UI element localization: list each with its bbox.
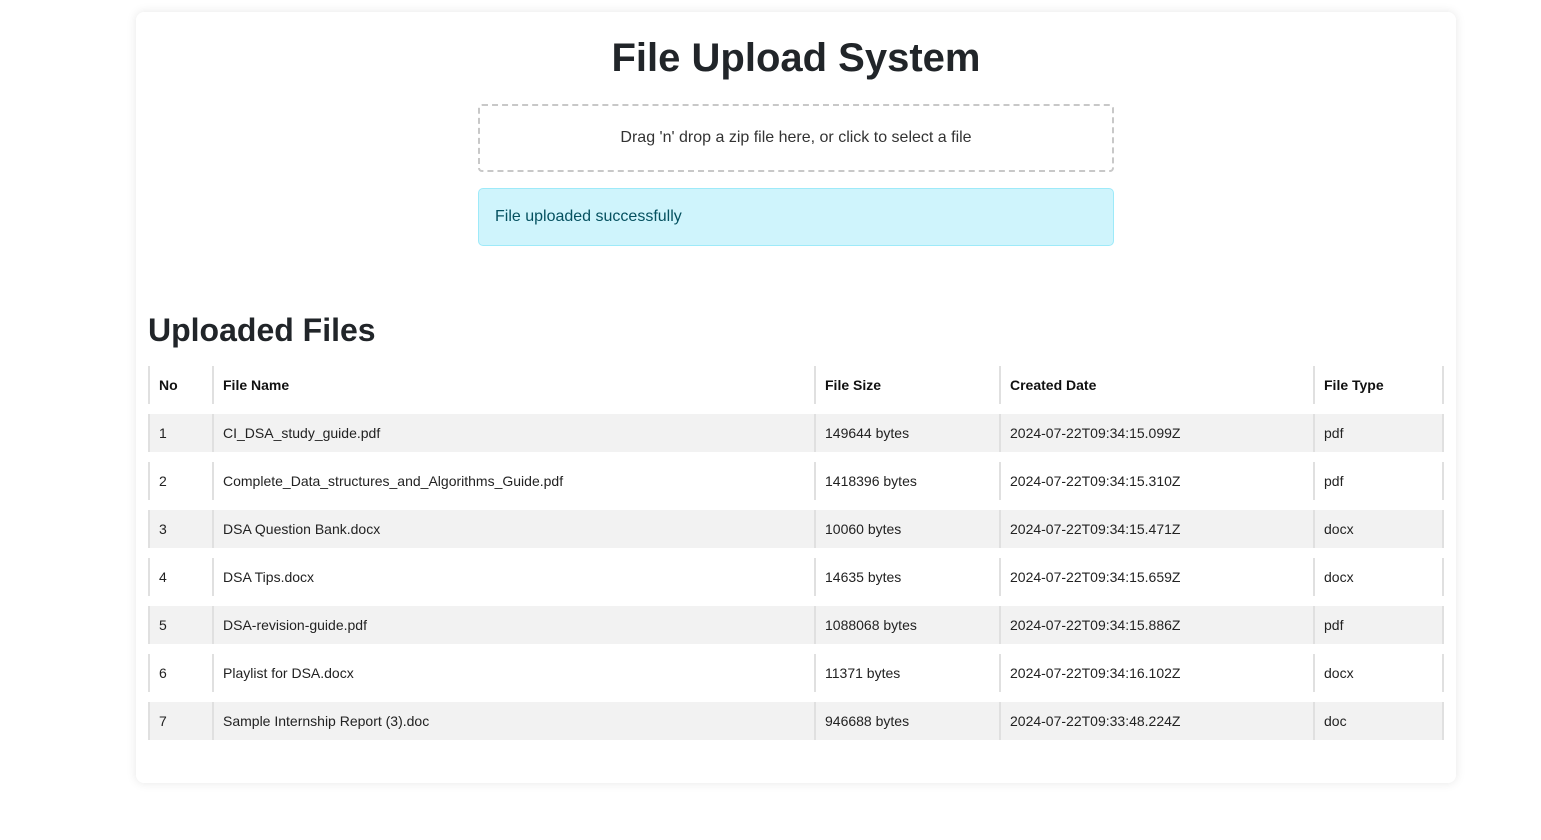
cell-file-type: pdf — [1313, 414, 1444, 452]
upload-card: File Upload System Drag 'n' drop a zip f… — [136, 12, 1456, 783]
cell-file-type: pdf — [1313, 606, 1444, 644]
column-header-file-name: File Name — [212, 366, 814, 404]
cell-no: 1 — [148, 414, 212, 452]
uploaded-files-heading: Uploaded Files — [148, 312, 376, 348]
column-header-created-date: Created Date — [999, 366, 1313, 404]
cell-file-size: 10060 bytes — [814, 510, 999, 548]
cell-no: 5 — [148, 606, 212, 644]
cell-file-size: 11371 bytes — [814, 654, 999, 692]
column-header-file-size: File Size — [814, 366, 999, 404]
cell-created-date: 2024-07-22T09:34:15.099Z — [999, 414, 1313, 452]
cell-created-date: 2024-07-22T09:33:48.224Z — [999, 702, 1313, 740]
alert-message: File uploaded successfully — [495, 208, 682, 225]
cell-file-type: docx — [1313, 510, 1444, 548]
dropzone-label: Drag 'n' drop a zip file here, or click … — [620, 129, 972, 146]
file-dropzone[interactable]: Drag 'n' drop a zip file here, or click … — [478, 104, 1114, 172]
cell-file-name: CI_DSA_study_guide.pdf — [212, 414, 814, 452]
cell-file-name: DSA-revision-guide.pdf — [212, 606, 814, 644]
table-row: 2 Complete_Data_structures_and_Algorithm… — [148, 462, 1444, 500]
cell-file-size: 14635 bytes — [814, 558, 999, 596]
uploaded-files-table: No File Name File Size Created Date File… — [148, 356, 1444, 750]
cell-file-type: pdf — [1313, 462, 1444, 500]
table-row: 6 Playlist for DSA.docx 11371 bytes 2024… — [148, 654, 1444, 692]
cell-file-name: DSA Question Bank.docx — [212, 510, 814, 548]
cell-file-name: Playlist for DSA.docx — [212, 654, 814, 692]
cell-file-size: 1418396 bytes — [814, 462, 999, 500]
cell-file-name: DSA Tips.docx — [212, 558, 814, 596]
table-row: 3 DSA Question Bank.docx 10060 bytes 202… — [148, 510, 1444, 548]
cell-no: 2 — [148, 462, 212, 500]
cell-file-name: Sample Internship Report (3).doc — [212, 702, 814, 740]
table-row: 7 Sample Internship Report (3).doc 94668… — [148, 702, 1444, 740]
cell-no: 3 — [148, 510, 212, 548]
success-alert: File uploaded successfully — [478, 188, 1114, 246]
cell-file-type: doc — [1313, 702, 1444, 740]
cell-file-name: Complete_Data_structures_and_Algorithms_… — [212, 462, 814, 500]
cell-file-size: 946688 bytes — [814, 702, 999, 740]
cell-file-size: 1088068 bytes — [814, 606, 999, 644]
table-header-row: No File Name File Size Created Date File… — [148, 366, 1444, 404]
cell-file-size: 149644 bytes — [814, 414, 999, 452]
cell-file-type: docx — [1313, 558, 1444, 596]
table-row: 5 DSA-revision-guide.pdf 1088068 bytes 2… — [148, 606, 1444, 644]
cell-created-date: 2024-07-22T09:34:15.471Z — [999, 510, 1313, 548]
cell-created-date: 2024-07-22T09:34:15.310Z — [999, 462, 1313, 500]
page-title: File Upload System — [611, 36, 981, 80]
column-header-no: No — [148, 366, 212, 404]
cell-file-type: docx — [1313, 654, 1444, 692]
cell-no: 7 — [148, 702, 212, 740]
cell-created-date: 2024-07-22T09:34:16.102Z — [999, 654, 1313, 692]
cell-created-date: 2024-07-22T09:34:15.886Z — [999, 606, 1313, 644]
cell-no: 6 — [148, 654, 212, 692]
table-row: 4 DSA Tips.docx 14635 bytes 2024-07-22T0… — [148, 558, 1444, 596]
cell-created-date: 2024-07-22T09:34:15.659Z — [999, 558, 1313, 596]
column-header-file-type: File Type — [1313, 366, 1444, 404]
cell-no: 4 — [148, 558, 212, 596]
table-row: 1 CI_DSA_study_guide.pdf 149644 bytes 20… — [148, 414, 1444, 452]
